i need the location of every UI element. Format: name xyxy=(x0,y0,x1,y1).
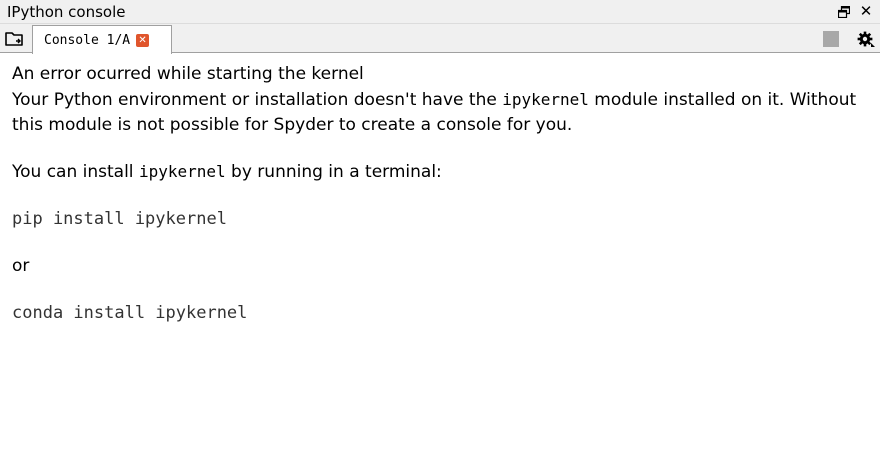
error-explanation-prefix: Your Python environment or installation … xyxy=(12,90,503,110)
gear-icon xyxy=(857,31,875,47)
options-button[interactable] xyxy=(856,29,876,49)
restore-window-icon xyxy=(838,5,850,18)
tab-label: Console 1/A xyxy=(44,32,131,48)
pane-title: IPython console xyxy=(7,2,126,21)
folder-browse-icon xyxy=(5,32,23,46)
conda-install-command: conda install ipykernel xyxy=(12,303,248,323)
close-pane-button[interactable]: ✕ xyxy=(856,2,876,22)
browse-tabs-button[interactable] xyxy=(4,29,26,49)
tab-close-icon[interactable]: ✕ xyxy=(136,33,150,47)
restore-window-button[interactable] xyxy=(834,2,854,22)
module-name: ipykernel xyxy=(502,90,589,109)
or-separator: or xyxy=(12,256,30,276)
pip-install-command: pip install ipykernel xyxy=(12,209,227,229)
close-icon: ✕ xyxy=(859,2,873,20)
tab-console-1-a[interactable]: Console 1/A ✕ xyxy=(32,25,172,54)
pane-title-bar: IPython console ✕ xyxy=(0,0,880,24)
install-prefix: You can install xyxy=(12,162,139,182)
error-heading: An error ocurred while starting the kern… xyxy=(12,64,364,84)
kernel-error-message: An error ocurred while starting the kern… xyxy=(12,62,872,326)
error-explanation: Your Python environment or installation … xyxy=(12,87,872,138)
install-module-name: ipykernel xyxy=(138,162,226,181)
console-tab-bar: Console 1/A ✕ xyxy=(0,24,880,54)
stop-kernel-button[interactable] xyxy=(823,31,839,47)
install-instructions: You can install ipykernel by running in … xyxy=(12,159,872,185)
install-suffix: by running in a terminal: xyxy=(225,162,442,182)
